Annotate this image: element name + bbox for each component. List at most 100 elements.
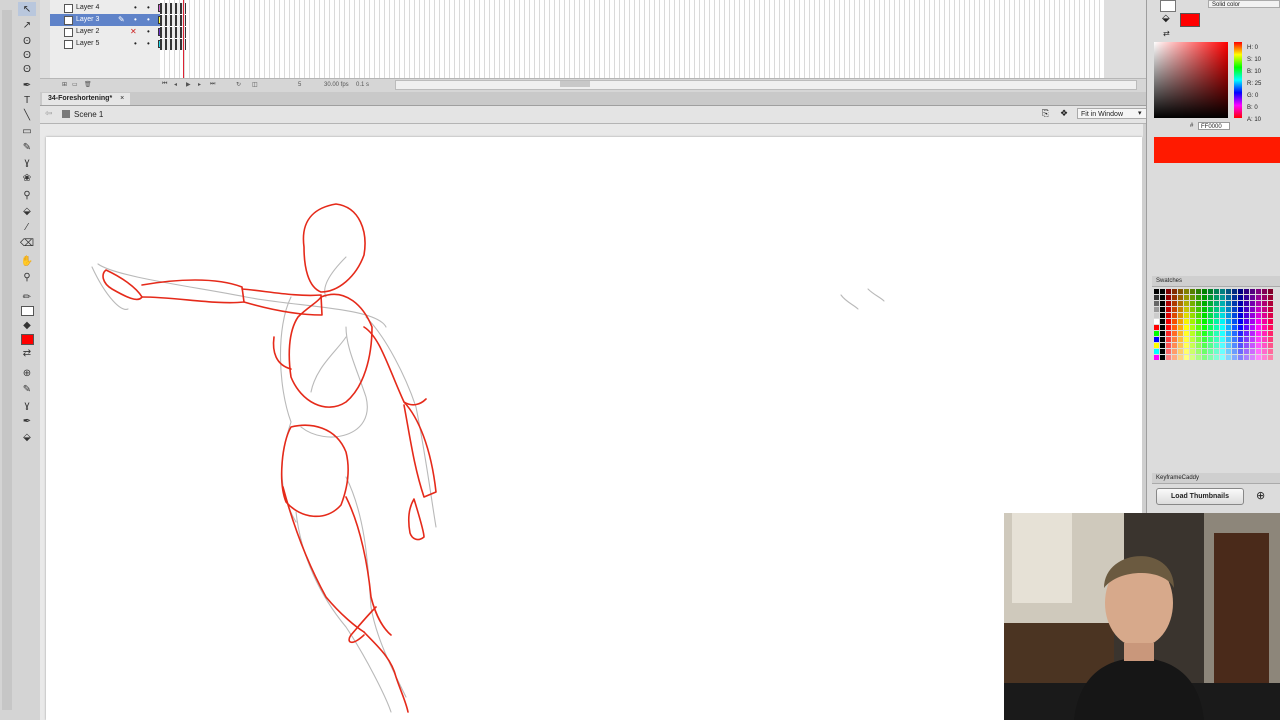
swatch-cell[interactable]	[1172, 331, 1177, 336]
brush-shape-icon[interactable]: ✒	[18, 414, 36, 428]
swatch-cell[interactable]	[1172, 307, 1177, 312]
swatch-cell[interactable]	[1238, 301, 1243, 306]
swatch-cell[interactable]	[1172, 355, 1177, 360]
3d-rotation-tool-icon[interactable]: ʘ	[18, 48, 36, 62]
swatch-cell[interactable]	[1202, 337, 1207, 342]
swatch-cell[interactable]	[1244, 355, 1249, 360]
swatch-cell[interactable]	[1232, 355, 1237, 360]
swatch-cell[interactable]	[1178, 355, 1183, 360]
swatch-cell[interactable]	[1268, 325, 1273, 330]
swatch-cell[interactable]	[1250, 295, 1255, 300]
brightness-value[interactable]: B: 10	[1247, 66, 1280, 78]
swatch-cell[interactable]	[1202, 325, 1207, 330]
swatch-cell[interactable]	[1208, 313, 1213, 318]
color-type-dropdown[interactable]: Solid color	[1208, 0, 1280, 8]
swatch-cell[interactable]	[1166, 313, 1171, 318]
swatch-cell[interactable]	[1178, 289, 1183, 294]
swatch-cell[interactable]	[1268, 301, 1273, 306]
lock-dot-icon[interactable]: •	[147, 14, 150, 26]
swatches-grid[interactable]	[1154, 289, 1280, 367]
swatch-cell[interactable]	[1190, 337, 1195, 342]
swatch-cell[interactable]	[1190, 355, 1195, 360]
selection-tool-icon[interactable]: ↖	[18, 2, 36, 16]
swatch-cell[interactable]	[1214, 325, 1219, 330]
swatch-cell[interactable]	[1220, 313, 1225, 318]
swatch-cell[interactable]	[1250, 325, 1255, 330]
swatch-cell[interactable]	[1202, 313, 1207, 318]
swatch-cell[interactable]	[1226, 343, 1231, 348]
swatch-cell[interactable]	[1154, 325, 1159, 330]
swatch-cell[interactable]	[1262, 355, 1267, 360]
swatch-cell[interactable]	[1220, 319, 1225, 324]
text-tool-icon[interactable]: T	[18, 93, 36, 107]
swatch-cell[interactable]	[1262, 349, 1267, 354]
swatch-cell[interactable]	[1190, 331, 1195, 336]
swatch-cell[interactable]	[1196, 343, 1201, 348]
swatch-cell[interactable]	[1166, 331, 1171, 336]
document-tab[interactable]: 34-Foreshortening* ×	[42, 93, 131, 105]
swatch-cell[interactable]	[1256, 331, 1261, 336]
swatch-cell[interactable]	[1184, 337, 1189, 342]
swatch-cell[interactable]	[1190, 301, 1195, 306]
swatch-cell[interactable]	[1220, 331, 1225, 336]
swatch-cell[interactable]	[1160, 319, 1165, 324]
stroke-color-swatch[interactable]	[21, 306, 34, 316]
back-arrow-icon[interactable]: ⇦	[45, 108, 53, 119]
swatch-cell[interactable]	[1208, 355, 1213, 360]
swatch-cell[interactable]	[1256, 313, 1261, 318]
swatch-cell[interactable]	[1214, 313, 1219, 318]
swatch-cell[interactable]	[1220, 337, 1225, 342]
swatch-cell[interactable]	[1226, 331, 1231, 336]
color-picker-field[interactable]	[1154, 42, 1228, 118]
next-frame-icon[interactable]: ▸	[198, 81, 201, 88]
swatch-cell[interactable]	[1262, 295, 1267, 300]
swatch-cell[interactable]	[1202, 331, 1207, 336]
swatch-cell[interactable]	[1262, 289, 1267, 294]
swatch-cell[interactable]	[1166, 301, 1171, 306]
swatch-cell[interactable]	[1250, 343, 1255, 348]
swatch-cell[interactable]	[1160, 295, 1165, 300]
hand-tool-icon[interactable]: ✋	[18, 254, 36, 268]
bone-tool-icon[interactable]: ⚲	[18, 188, 36, 202]
swatch-cell[interactable]	[1232, 301, 1237, 306]
swatch-cell[interactable]	[1238, 319, 1243, 324]
swatch-cell[interactable]	[1196, 325, 1201, 330]
swatch-cell[interactable]	[1160, 289, 1165, 294]
frame-rate[interactable]: 30.00 fps	[324, 82, 349, 88]
stroke-color-icon[interactable]: ✏	[18, 290, 36, 304]
swatch-cell[interactable]	[1154, 289, 1159, 294]
swatch-cell[interactable]	[1244, 337, 1249, 342]
swatch-cell[interactable]	[1166, 289, 1171, 294]
swatch-cell[interactable]	[1178, 331, 1183, 336]
swatch-cell[interactable]	[1268, 313, 1273, 318]
swatch-cell[interactable]	[1238, 295, 1243, 300]
lock-dot-icon[interactable]: •	[147, 38, 150, 50]
tools-gripper[interactable]	[2, 10, 12, 710]
swatch-cell[interactable]	[1190, 349, 1195, 354]
swatch-cell[interactable]	[1226, 325, 1231, 330]
hex-input[interactable]: FF0000	[1198, 122, 1230, 130]
swatch-cell[interactable]	[1154, 295, 1159, 300]
swatch-cell[interactable]	[1256, 289, 1261, 294]
swatch-cell[interactable]	[1178, 325, 1183, 330]
swatch-cell[interactable]	[1154, 355, 1159, 360]
brush-size-icon[interactable]: ɣ	[18, 398, 36, 412]
swatch-cell[interactable]	[1184, 355, 1189, 360]
pen-tool-icon[interactable]: ✒	[18, 78, 36, 92]
swatch-cell[interactable]	[1208, 349, 1213, 354]
swatch-cell[interactable]	[1220, 325, 1225, 330]
chevron-down-icon[interactable]: ▾	[1138, 109, 1142, 117]
swatch-cell[interactable]	[1160, 349, 1165, 354]
red-value[interactable]: R: 25	[1247, 78, 1280, 90]
swatch-cell[interactable]	[1214, 337, 1219, 342]
swatch-cell[interactable]	[1220, 349, 1225, 354]
green-value[interactable]: G: 0	[1247, 90, 1280, 102]
fill-color-icon[interactable]: ◆	[18, 318, 36, 332]
swatch-cell[interactable]	[1172, 325, 1177, 330]
swatch-cell[interactable]	[1184, 301, 1189, 306]
brush-tool-icon[interactable]: ɣ	[18, 155, 36, 169]
swatch-cell[interactable]	[1250, 289, 1255, 294]
swatch-cell[interactable]	[1190, 289, 1195, 294]
swatch-cell[interactable]	[1160, 301, 1165, 306]
swatch-cell[interactable]	[1262, 307, 1267, 312]
